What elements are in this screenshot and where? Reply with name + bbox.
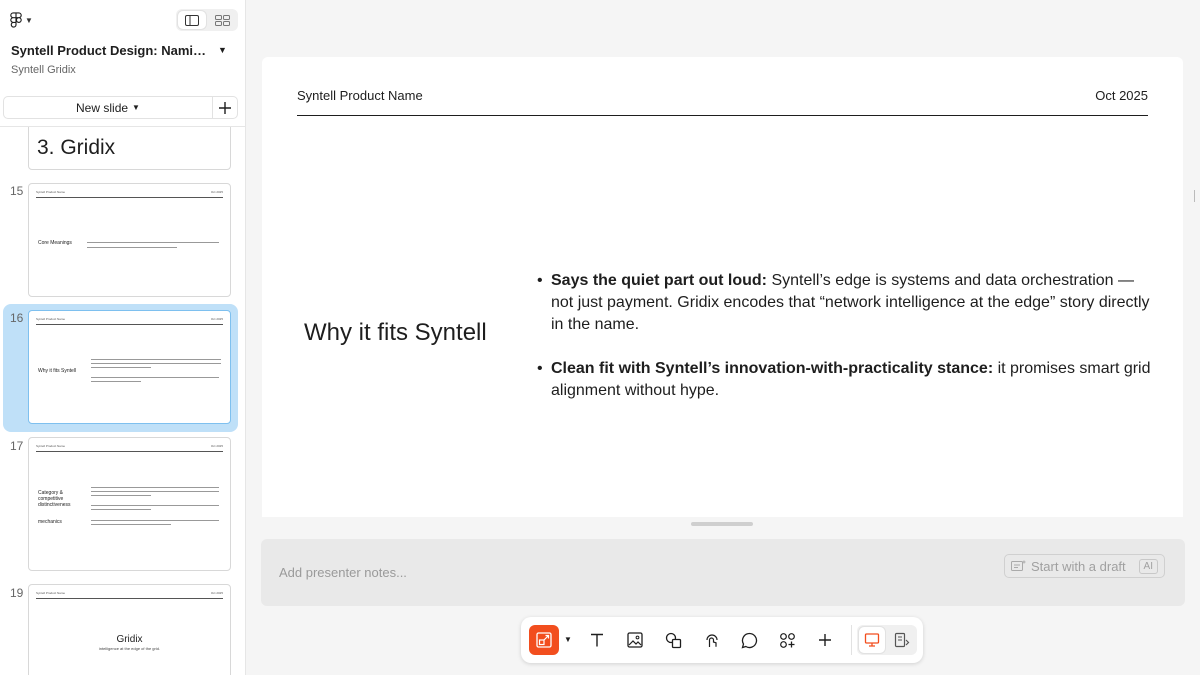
chevron-down-icon: ▼ — [132, 103, 140, 112]
figma-logo-icon — [10, 11, 22, 28]
thumbnail-title: 3. Gridix — [37, 136, 116, 159]
thumbnail-title: Category & competitive distinctiveness — [38, 490, 71, 508]
thumbnail-title: Why it fits Syntell — [38, 368, 77, 374]
add-slide-button[interactable] — [213, 97, 237, 118]
bullet-item[interactable]: Says the quiet part out loud: Syntell’s … — [537, 270, 1157, 336]
toolbar-divider — [851, 625, 852, 655]
slide-header-left[interactable]: Syntell Product Name — [297, 88, 423, 103]
shape-tool-button[interactable] — [658, 625, 688, 655]
widgets-tool-button[interactable] — [772, 625, 802, 655]
bullet-item[interactable]: Clean fit with Syntell’s innovation-with… — [537, 358, 1157, 402]
image-icon — [627, 632, 643, 648]
sidebar-panel-icon — [185, 14, 199, 26]
thumbnail-header-right: Oct 2025 — [210, 444, 223, 448]
thumbnail-header-right: Oct 2025 — [210, 190, 223, 194]
grid-icon — [214, 14, 230, 26]
mode-toggle — [857, 625, 917, 655]
slide-header-rule — [297, 115, 1148, 116]
file-menu-chevron-icon[interactable]: ▼ — [218, 45, 227, 55]
notes-resize-handle[interactable] — [691, 522, 753, 526]
code-view-icon — [894, 632, 910, 648]
slide-canvas: Syntell Product Name Oct 2025 Why it fit… — [246, 0, 1200, 675]
chevron-down-icon: ▼ — [25, 15, 33, 25]
presenter-notes-input[interactable] — [261, 539, 961, 606]
slide-thumbnail-list[interactable]: 3. Gridix 15 Syntell Product Name Oct 202… — [0, 126, 245, 675]
touch-icon — [705, 633, 718, 647]
file-title[interactable]: Syntell Product Design: Namin... — [11, 43, 211, 58]
slide-number: 19 — [10, 586, 24, 600]
thumbnail-header-left: Syntell Product Name — [36, 591, 66, 595]
widgets-icon — [779, 632, 795, 648]
thumbnail-subtitle: intelligence at the edge of the grid. — [98, 646, 161, 651]
frame-resize-icon — [536, 632, 552, 648]
shapes-icon — [665, 632, 681, 648]
dev-mode-button[interactable] — [889, 627, 915, 653]
slide-frame-tool-button[interactable] — [529, 625, 559, 655]
bullet-lead: Says the quiet part out loud: — [551, 272, 768, 289]
presenter-notes-panel: Start with a draft AI — [261, 539, 1185, 606]
slide-title[interactable]: Why it fits Syntell — [304, 319, 487, 347]
thumbnail-title: Gridix — [116, 634, 143, 645]
new-slide-label: New slide — [76, 100, 129, 115]
slide-number: 17 — [10, 439, 24, 453]
thumbnail-header-right: Oct 2025 — [210, 591, 223, 595]
thumbnail-header-left: Syntell Product Name — [36, 190, 66, 194]
sidebar-topbar: ▼ — [0, 0, 245, 40]
current-slide[interactable]: Syntell Product Name Oct 2025 Why it fit… — [262, 57, 1183, 517]
text-tool-button[interactable] — [582, 625, 612, 655]
slide-header-right[interactable]: Oct 2025 — [1095, 88, 1148, 103]
design-mode-button[interactable] — [859, 627, 885, 653]
slide-bullet-list[interactable]: Says the quiet part out loud: Syntell’s … — [537, 270, 1157, 424]
slide-thumbnail-selected[interactable]: Syntell Product Name Oct 2025 Why it fits… — [28, 310, 231, 424]
main-menu-button[interactable]: ▼ — [10, 11, 40, 29]
image-tool-button[interactable] — [620, 625, 650, 655]
plus-icon — [219, 101, 231, 114]
thumbnail-title: Core Meanings — [38, 240, 72, 246]
single-view-button[interactable] — [178, 11, 206, 29]
slide-thumbnail[interactable]: Syntell Product Name Oct 2025 Category & … — [28, 437, 231, 571]
draft-icon — [1011, 560, 1026, 571]
new-slide-button[interactable]: New slide ▼ — [4, 97, 213, 118]
app-window: ▼ Syntell Product Design: Namin... ▼ Syn… — [0, 0, 1200, 675]
start-draft-label: Start with a draft — [1031, 558, 1126, 574]
comment-icon — [741, 632, 757, 648]
slide-thumbnail[interactable]: Syntell Product Name Oct 2025 Core Meanin… — [28, 183, 231, 297]
canvas-edge-marker — [1194, 190, 1200, 202]
slide-number: 16 — [10, 311, 24, 325]
grid-view-button[interactable] — [208, 11, 236, 29]
new-slide-row: New slide ▼ — [3, 96, 238, 119]
thumbnail-header-left: Syntell Product Name — [36, 444, 66, 448]
interactive-tool-button[interactable] — [696, 625, 726, 655]
slide-thumbnail[interactable]: Syntell Product Name Oct 2025 Gridix inte… — [28, 584, 231, 675]
text-icon — [591, 633, 603, 647]
thumbnail-title-secondary: mechanics — [38, 519, 62, 525]
file-subtitle: Syntell Gridix — [11, 64, 76, 76]
thumbnail-header-left: Syntell Product Name — [36, 317, 66, 321]
chevron-down-icon[interactable]: ▼ — [564, 635, 572, 644]
comment-tool-button[interactable] — [734, 625, 764, 655]
bullet-lead: Clean fit with Syntell’s innovation-with… — [551, 360, 994, 377]
start-draft-button[interactable]: Start with a draft AI — [1004, 554, 1165, 578]
presentation-icon — [864, 633, 880, 647]
ai-badge: AI — [1138, 558, 1158, 574]
thumbnail-header-right: Oct 2025 — [210, 317, 223, 321]
bottom-toolbar: ▼ — [521, 617, 923, 663]
view-toggle — [176, 9, 238, 31]
slides-sidebar: ▼ Syntell Product Design: Namin... ▼ Syn… — [0, 0, 246, 675]
slide-number: 15 — [10, 184, 24, 198]
slide-thumbnail[interactable]: 3. Gridix — [28, 127, 231, 170]
more-tools-button[interactable] — [810, 625, 840, 655]
plus-icon — [819, 634, 831, 646]
